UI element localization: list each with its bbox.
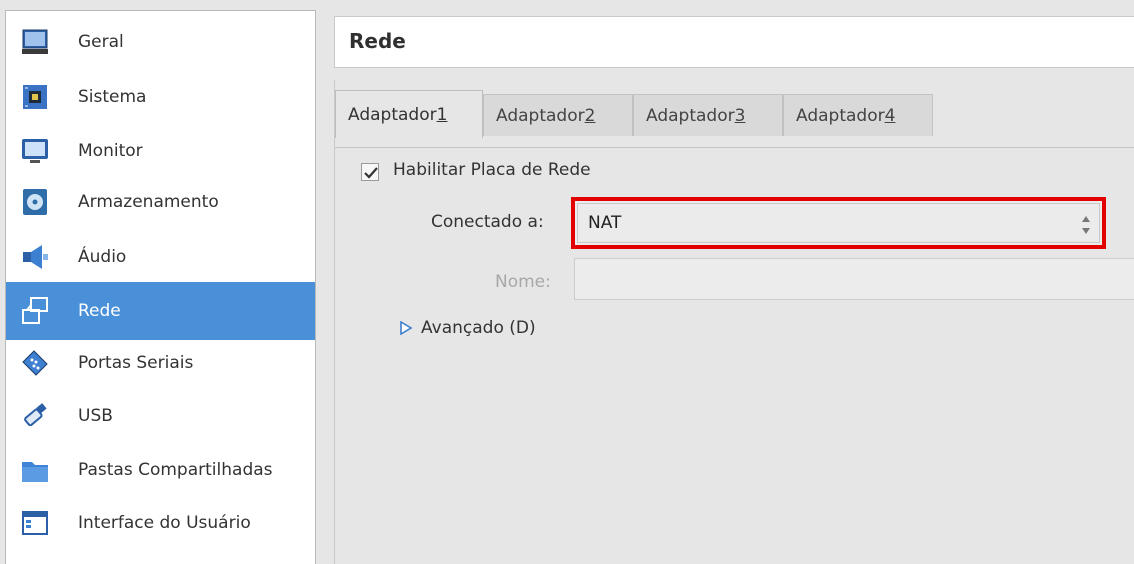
sidebar-item-label: Monitor [78, 141, 143, 161]
sidebar-item-label: Armazenamento [78, 192, 219, 212]
page-header: Rede [334, 16, 1134, 68]
attached-to-highlight: NAT [571, 197, 1106, 249]
monitor-screen-icon [22, 29, 48, 54]
expand-triangle-icon [400, 321, 413, 335]
speaker-icon [23, 245, 48, 269]
sidebar-item-label: USB [78, 406, 113, 426]
sidebar-item-rede[interactable]: Rede [6, 282, 315, 340]
tab-label: Adaptador [646, 105, 735, 126]
settings-sidebar: Geral Sistema Monitor Armazenamento Áudi… [5, 10, 316, 564]
sidebar-item-usb[interactable]: USB [6, 391, 315, 441]
tab-label: Adaptador [796, 105, 885, 126]
tab-adaptador-3[interactable]: Adaptador 3 [633, 94, 783, 136]
sidebar-item-label: Interface do Usuário [78, 513, 251, 533]
enable-adapter-label[interactable]: Habilitar Placa de Rede [393, 160, 591, 180]
sidebar-item-label: Geral [78, 32, 124, 52]
page-title: Rede [349, 29, 406, 53]
name-field[interactable] [574, 258, 1134, 300]
enable-adapter-checkbox[interactable] [361, 163, 379, 181]
adapter-tabs: Adaptador 1 Adaptador 2 Adaptador 3 Adap… [335, 90, 1134, 148]
network-icon [22, 297, 48, 324]
attached-to-label: Conectado a: [431, 212, 544, 232]
attached-to-select[interactable]: NAT [577, 203, 1100, 243]
sidebar-item-label: Portas Seriais [78, 353, 194, 373]
sidebar-item-audio[interactable]: Áudio [6, 232, 315, 282]
sidebar-item-sistema[interactable]: Sistema [6, 72, 315, 122]
tab-mnemonic: 1 [436, 104, 448, 125]
sidebar-item-label: Sistema [78, 87, 147, 107]
updown-arrows-icon [1082, 216, 1090, 234]
shared-folder-icon [22, 462, 48, 482]
tab-adaptador-2[interactable]: Adaptador 2 [483, 94, 633, 136]
advanced-expander[interactable]: Avançado (D) [399, 318, 536, 338]
display-icon [22, 139, 48, 163]
tab-mnemonic: 3 [734, 105, 746, 126]
tab-adaptador-1[interactable]: Adaptador 1 [335, 90, 483, 138]
usb-icon [24, 403, 47, 427]
network-settings-panel: Adaptador 1 Adaptador 2 Adaptador 3 Adap… [334, 80, 1134, 564]
checkmark-icon [364, 167, 378, 179]
name-label: Nome: [495, 272, 551, 292]
serial-port-icon [22, 350, 48, 376]
sidebar-item-label: Pastas Compartilhadas [78, 460, 273, 480]
sidebar-item-label: Rede [78, 301, 121, 321]
tab-label: Adaptador [496, 105, 585, 126]
attached-to-value: NAT [588, 213, 622, 233]
sidebar-item-interface-do-usuario[interactable]: Interface do Usuário [6, 498, 315, 548]
sidebar-item-armazenamento[interactable]: Armazenamento [6, 177, 315, 227]
tab-divider [335, 147, 1134, 148]
user-interface-icon [22, 511, 48, 535]
tab-label: Adaptador [348, 104, 437, 125]
chip-icon [23, 85, 47, 109]
sidebar-item-geral[interactable]: Geral [6, 17, 315, 67]
tab-adaptador-4[interactable]: Adaptador 4 [783, 94, 933, 136]
sidebar-item-monitor[interactable]: Monitor [6, 126, 315, 176]
sidebar-item-portas-seriais[interactable]: Portas Seriais [6, 338, 315, 388]
advanced-label: Avançado (D) [421, 318, 536, 338]
sidebar-item-pastas-compartilhadas[interactable]: Pastas Compartilhadas [6, 445, 315, 495]
sidebar-item-label: Áudio [78, 247, 127, 267]
tab-mnemonic: 2 [584, 105, 596, 126]
disk-icon [23, 189, 47, 215]
tab-mnemonic: 4 [884, 105, 896, 126]
